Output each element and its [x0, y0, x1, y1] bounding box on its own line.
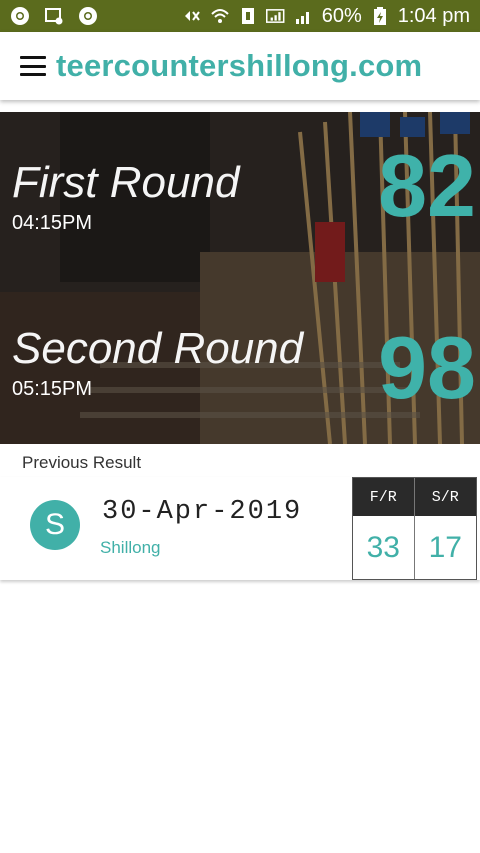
results-hero: First Round 04:15PM 82 Second Round 05:1…	[0, 112, 480, 444]
hamburger-menu-icon[interactable]	[20, 56, 46, 76]
image-notification-icon	[44, 6, 64, 26]
sr-value: 17	[428, 530, 462, 564]
battery-percent: 60%	[321, 4, 362, 27]
sr-header: S/R	[414, 478, 476, 516]
battery-icon	[370, 6, 390, 26]
chrome-icon-2	[78, 6, 98, 26]
second-round-label: Second Round	[12, 324, 304, 373]
first-round-block: First Round 04:15PM	[12, 158, 239, 235]
clock: 1:04 pm	[397, 4, 470, 27]
signal-icon	[265, 6, 286, 26]
site-title[interactable]: teercountershillong.com	[56, 48, 422, 84]
status-right: 60% 1:04 pm	[182, 5, 470, 28]
menu-bar-top	[20, 56, 46, 59]
fr-header: F/R	[353, 478, 415, 516]
first-round-time: 04:15PM	[12, 212, 93, 234]
mute-icon	[182, 6, 202, 26]
menu-bar-middle	[20, 64, 46, 68]
menu-bar-bottom	[20, 73, 46, 76]
status-left-icons	[10, 6, 98, 26]
signal-icon-2	[294, 6, 314, 26]
second-round-number: 98	[378, 318, 476, 417]
result-table: F/R S/R 33 17	[352, 477, 477, 580]
fr-value: 33	[353, 516, 415, 579]
status-bar: 60% 1:04 pm	[0, 0, 480, 32]
app-header: teercountershillong.com	[0, 32, 480, 100]
second-round-block: Second Round 05:15PM	[12, 324, 303, 401]
result-date: 30-Apr-2019	[102, 497, 303, 527]
previous-result-card[interactable]: S 30-Apr-2019 Shillong F/R S/R 33 17	[0, 477, 480, 580]
second-round-time: 05:15PM	[12, 378, 93, 400]
first-round-number: 82	[378, 136, 476, 235]
result-city: Shillong	[100, 538, 161, 557]
first-round-label: First Round	[12, 158, 240, 207]
chrome-icon	[10, 6, 30, 26]
wifi-icon	[210, 6, 230, 26]
avatar: S	[30, 500, 80, 550]
previous-result-heading: Previous Result	[22, 453, 142, 472]
sim-icon	[238, 6, 258, 26]
